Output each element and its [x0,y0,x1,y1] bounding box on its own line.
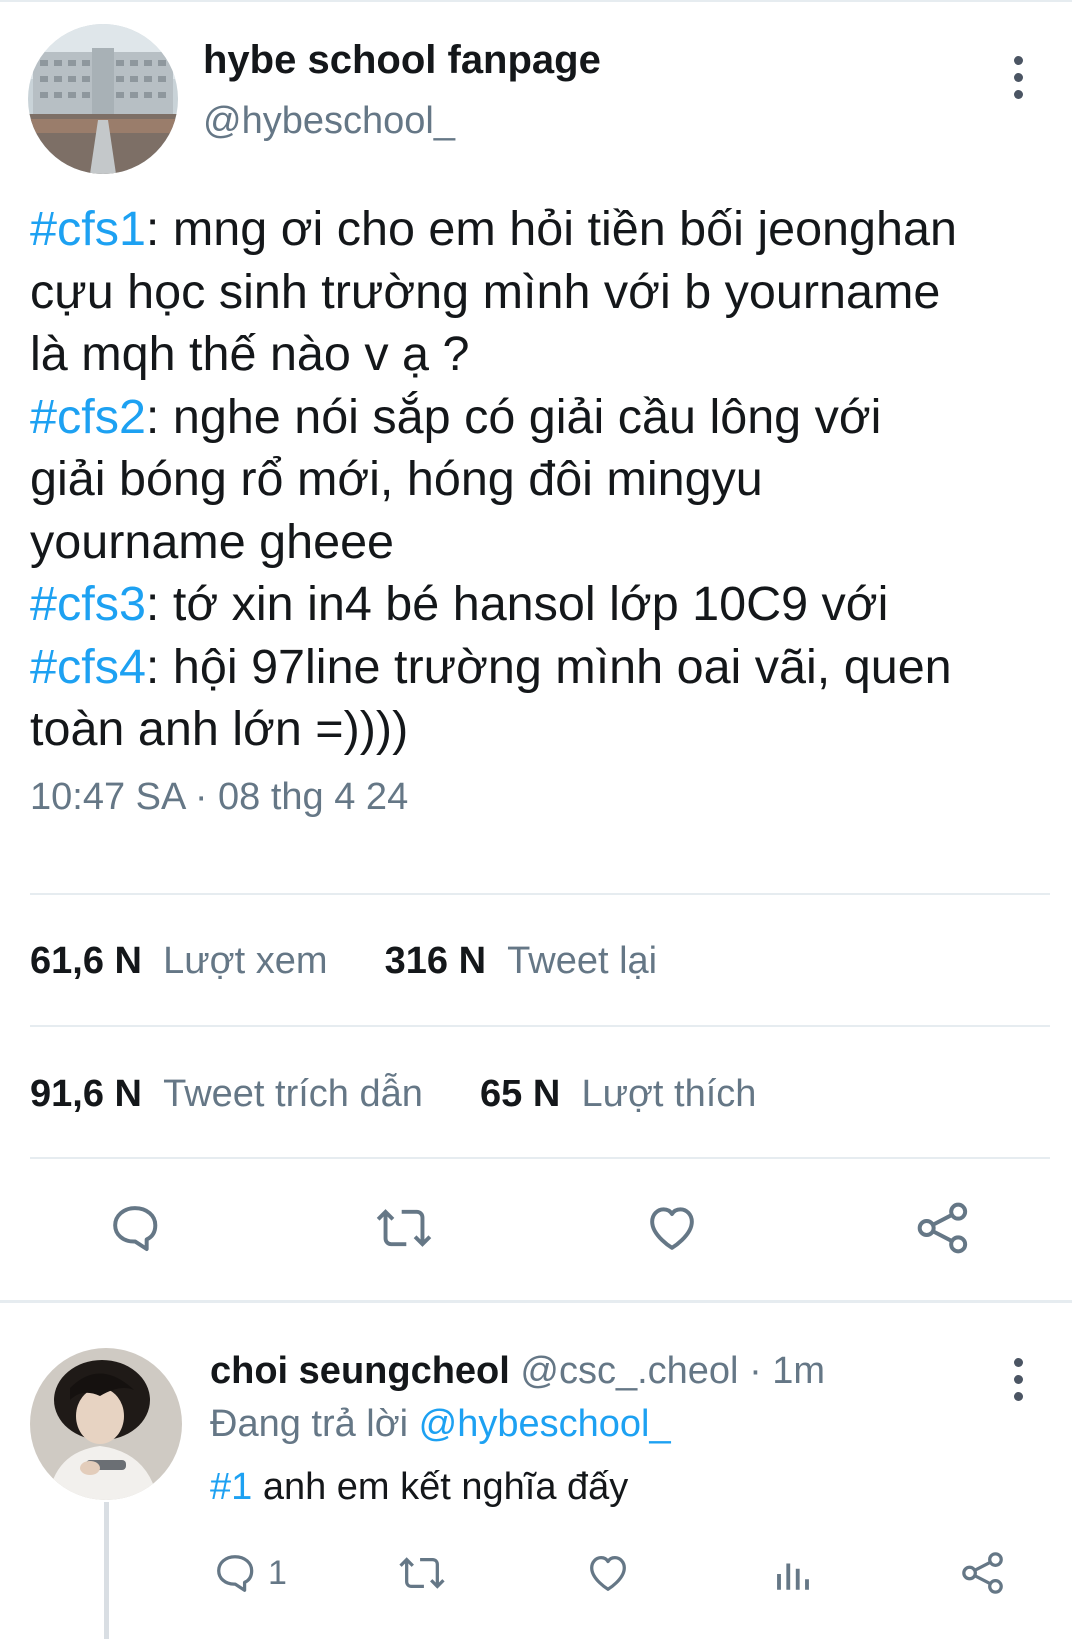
tweet-line: giải bóng rổ mới, hóng đôi mingyu [30,452,763,506]
author-name[interactable]: hybe school fanpage [203,38,601,83]
person-photo-image [30,1348,182,1500]
reply-reply-button[interactable]: 1 [212,1550,287,1596]
tweet-text: #cfs1: mng ơi cho em hỏi tiền bối jeongh… [30,198,1060,761]
school-building-image [28,24,178,174]
top-border [0,0,1072,2]
reply-icon [113,1206,158,1251]
like-icon [590,1556,626,1591]
reply-time[interactable]: 1m [772,1350,825,1392]
reply-analytics-button[interactable] [772,1552,814,1596]
hashtag-link[interactable]: #cfs1 [30,202,146,256]
reply-like-button[interactable] [585,1550,631,1596]
stats-row-views-retweets: 61,6 N Lượt xem 316 N Tweet lại [30,940,657,983]
tweet-line: cựu học sinh trường mình với b yourname [30,264,941,319]
tweet-line: #cfs2: nghe nói sắp có giải cầu lông với [30,389,882,444]
tweet-line: #cfs4: hội 97line trường mình oai vãi, q… [30,639,952,694]
author-handle[interactable]: @hybeschool_ [203,100,455,143]
more-options-icon[interactable] [1011,56,1025,99]
like-button[interactable] [644,1200,700,1256]
tweet-timestamp[interactable]: 10:47 SA · 08 thg 4 24 [30,776,408,819]
like-icon [650,1207,694,1250]
likes-stat[interactable]: 65 N Lượt thích [480,1073,756,1115]
tweet-line: #cfs1: mng ơi cho em hỏi tiền bối jeongh… [30,202,957,256]
views-stat[interactable]: 61,6 N Lượt xem [30,940,328,982]
reply-author-handle[interactable]: @csc_.cheol [520,1350,738,1392]
thread-connector [104,1502,109,1639]
divider [30,1157,1050,1159]
reply-count: 1 [268,1553,287,1592]
share-icon [917,1202,968,1254]
tweet-line: yourname gheee [30,514,395,569]
mention-link[interactable]: @hybeschool_ [419,1403,671,1445]
share-button[interactable] [915,1200,971,1256]
reply-author-name[interactable]: choi seungcheol [210,1350,510,1392]
reply-header: choi seungcheol @csc_.cheol · 1m [210,1350,826,1392]
reply-author-avatar[interactable] [30,1348,182,1500]
quotes-stat[interactable]: 91,6 N Tweet trích dẫn [30,1073,423,1115]
tweet-line: toàn anh lớn =)))) [30,702,409,756]
share-icon [962,1552,1003,1594]
tweet-line: #cfs3: tớ xin in4 bé hansol lớp 10C9 với [30,577,889,631]
hashtag-link[interactable]: #1 [210,1466,252,1508]
reply-button[interactable] [107,1200,163,1256]
hashtag-link[interactable]: #cfs2 [30,390,146,444]
retweets-stat[interactable]: 316 N Tweet lại [385,940,658,982]
replying-to: Đang trả lời @hybeschool_ [210,1403,671,1445]
retweet-icon [376,1209,432,1247]
school-avatar[interactable] [28,24,178,174]
hashtag-link[interactable]: #cfs3 [30,577,146,631]
reply-icon [217,1555,254,1592]
divider [30,1025,1050,1027]
reply-share-button[interactable] [960,1550,1006,1596]
retweet-button[interactable] [374,1200,434,1256]
reply-retweet-button[interactable] [397,1550,447,1596]
retweet-icon [399,1557,445,1589]
stats-row-quotes-likes: 91,6 N Tweet trích dẫn 65 N Lượt thích [30,1073,756,1116]
reply-more-options-icon[interactable] [1011,1358,1025,1401]
hashtag-link[interactable]: #cfs4 [30,640,146,694]
divider [30,893,1050,895]
analytics-icon [777,1563,809,1590]
tweet-line: là mqh thế nào v ạ ? [30,327,470,381]
section-divider [0,1300,1072,1303]
reply-text: #1 anh em kết nghĩa đấy [210,1466,629,1508]
